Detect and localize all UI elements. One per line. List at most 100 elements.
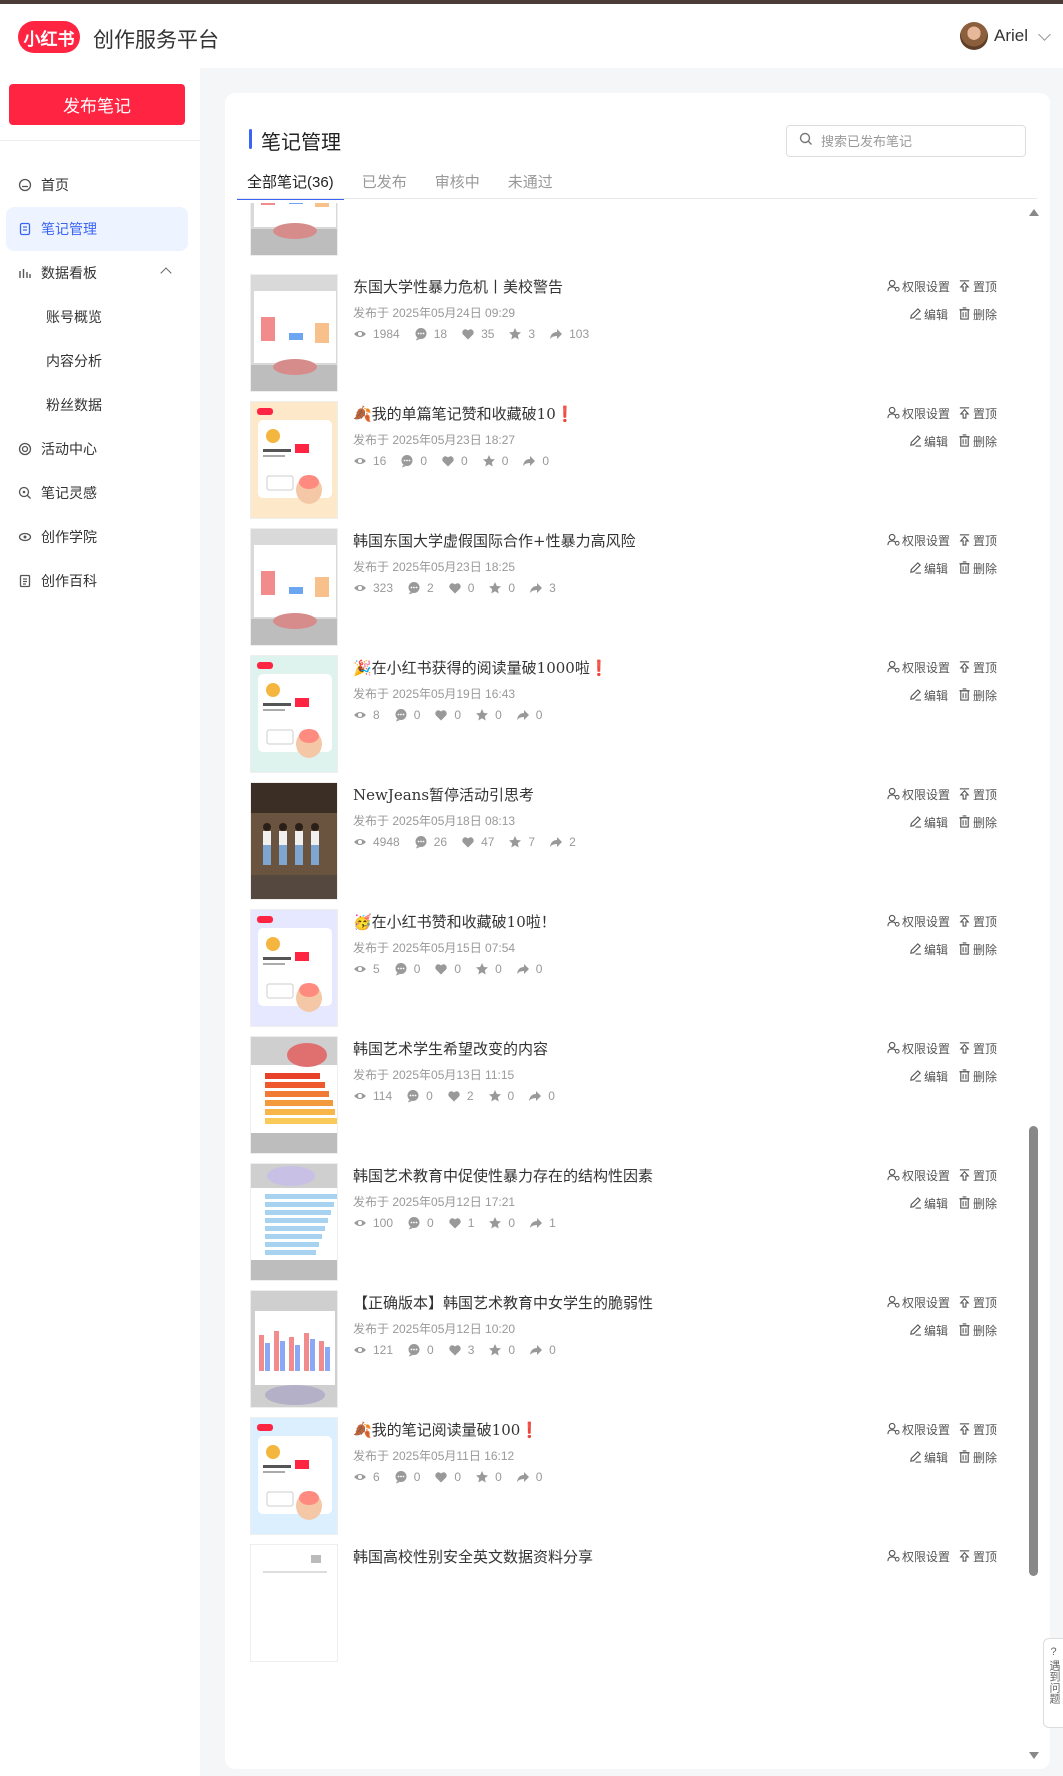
scrollbar[interactable] (1027, 203, 1039, 1769)
delete-button[interactable]: 删除 (958, 1449, 997, 1466)
sidebar-item-4[interactable]: 内容分析 (6, 339, 188, 383)
permission-button[interactable]: 权限设置 (887, 405, 950, 422)
chevron-up-icon[interactable] (160, 267, 172, 279)
pin-button[interactable]: 置顶 (958, 1548, 997, 1565)
delete-button[interactable]: 删除 (958, 560, 997, 577)
sidebar-item-3[interactable]: 账号概览 (6, 295, 188, 339)
permission-button[interactable]: 权限设置 (887, 1294, 950, 1311)
pin-button[interactable]: 置顶 (958, 786, 997, 803)
xiaohongshu-logo[interactable]: 小红书 (18, 21, 80, 53)
permission-button[interactable]: 权限设置 (887, 913, 950, 930)
delete-button[interactable]: 删除 (958, 1322, 997, 1339)
avatar[interactable] (959, 22, 988, 50)
note-title[interactable]: 🥳在小红书赞和收藏破10啦！ (353, 911, 556, 932)
note-row[interactable]: 东国大学性暴力危机丨美校警告 发布于 2025年05月24日 09:29 1984 1… (225, 274, 1025, 418)
delete-button[interactable]: 删除 (958, 941, 997, 958)
tab-3[interactable]: 未通过 (508, 171, 553, 200)
note-title[interactable]: 东国大学性暴力危机丨美校警告 (353, 276, 563, 297)
edit-button[interactable]: 编辑 (909, 1195, 948, 1212)
note-thumbnail[interactable] (250, 909, 338, 1027)
sidebar-item-6[interactable]: 活动中心 (6, 427, 188, 471)
note-title[interactable]: 【正确版本】韩国艺术教育中女学生的脆弱性 (353, 1292, 653, 1313)
edit-button[interactable]: 编辑 (909, 687, 948, 704)
sidebar-item-1[interactable]: 笔记管理 (6, 207, 188, 251)
edit-button[interactable]: 编辑 (909, 560, 948, 577)
note-title[interactable]: 韩国艺术学生希望改变的内容 (353, 1038, 548, 1059)
search-box[interactable] (786, 125, 1026, 157)
note-thumbnail[interactable] (250, 1036, 338, 1154)
note-title[interactable]: 🍂我的单篇笔记赞和收藏破10❗ (353, 403, 574, 424)
note-row[interactable]: 韩国艺术教育中促使性暴力存在的结构性因素 发布于 2025年05月12日 17:2… (225, 1163, 1025, 1307)
note-thumbnail[interactable] (250, 274, 338, 392)
edit-button[interactable]: 编辑 (909, 1068, 948, 1085)
pin-button[interactable]: 置顶 (958, 1040, 997, 1057)
permission-button[interactable]: 权限设置 (887, 1167, 950, 1184)
sidebar-item-2[interactable]: 数据看板 (6, 251, 188, 295)
permission-button[interactable]: 权限设置 (887, 1421, 950, 1438)
edit-button[interactable]: 编辑 (909, 941, 948, 958)
tab-2[interactable]: 审核中 (435, 171, 480, 200)
tab-0[interactable]: 全部笔记(36) (237, 171, 344, 200)
sidebar-item-8[interactable]: 创作学院 (6, 515, 188, 559)
pin-button[interactable]: 置顶 (958, 1421, 997, 1438)
search-input[interactable] (821, 133, 1011, 149)
sidebar-item-7[interactable]: 笔记灵感 (6, 471, 188, 515)
pin-button[interactable]: 置顶 (958, 1167, 997, 1184)
scrollbar-thumb[interactable] (1029, 1126, 1038, 1576)
note-title[interactable]: 🎉在小红书获得的阅读量破1000啦❗ (353, 657, 609, 678)
edit-button[interactable]: 编辑 (909, 306, 948, 323)
delete-button[interactable]: 删除 (958, 1068, 997, 1085)
note-row[interactable]: 🥳在小红书赞和收藏破10啦！ 发布于 2025年05月15日 07:54 5 0 0 0 0… (225, 909, 1025, 1053)
note-row[interactable]: 韩国艺术学生希望改变的内容 发布于 2025年05月13日 11:15 114 0 2 0… (225, 1036, 1025, 1180)
delete-button[interactable]: 删除 (958, 433, 997, 450)
sidebar-item-5[interactable]: 粉丝数据 (6, 383, 188, 427)
note-thumbnail[interactable] (250, 1417, 338, 1535)
pin-button[interactable]: 置顶 (958, 913, 997, 930)
note-thumbnail[interactable] (250, 1290, 338, 1408)
sidebar-item-0[interactable]: 首页 (6, 163, 188, 207)
note-row[interactable]: NewJeans暂停活动引思考 发布于 2025年05月18日 08:13 4948… (225, 782, 1025, 926)
note-thumbnail[interactable] (250, 782, 338, 900)
chevron-down-icon[interactable] (1038, 27, 1051, 41)
note-title[interactable]: 韩国高校性别安全英文数据资料分享 (353, 1546, 593, 1567)
permission-button[interactable]: 权限设置 (887, 278, 950, 295)
scroll-down-arrow[interactable] (1029, 1752, 1039, 1759)
note-row[interactable]: 韩国东国大学虚假国际合作+性暴力高风险 发布于 2025年05月23日 18:25… (225, 528, 1025, 672)
note-row[interactable]: 🍂我的笔记阅读量破100❗ 发布于 2025年05月11日 16:12 6 0 0 0 0 权… (225, 1417, 1025, 1561)
note-row-partial[interactable] (225, 203, 1025, 282)
note-row[interactable]: 🎉在小红书获得的阅读量破1000啦❗ 发布于 2025年05月19日 16:43 8… (225, 655, 1025, 799)
publish-note-button[interactable]: 发布笔记 (9, 84, 185, 125)
pin-button[interactable]: 置顶 (958, 278, 997, 295)
delete-button[interactable]: 删除 (958, 687, 997, 704)
note-thumbnail[interactable] (250, 1544, 338, 1662)
tab-1[interactable]: 已发布 (362, 171, 407, 200)
sidebar-item-9[interactable]: 创作百科 (6, 559, 188, 603)
help-widget[interactable]: ? 遇到问题 (1043, 1638, 1063, 1728)
pin-button[interactable]: 置顶 (958, 1294, 997, 1311)
note-title[interactable]: NewJeans暂停活动引思考 (353, 784, 534, 805)
edit-button[interactable]: 编辑 (909, 433, 948, 450)
pin-button[interactable]: 置顶 (958, 405, 997, 422)
permission-button[interactable]: 权限设置 (887, 786, 950, 803)
delete-button[interactable]: 删除 (958, 1195, 997, 1212)
permission-button[interactable]: 权限设置 (887, 532, 950, 549)
note-row[interactable]: 韩国高校性别安全英文数据资料分享 权限设置 置顶 (225, 1544, 1025, 1688)
note-thumbnail[interactable] (250, 203, 338, 256)
note-row[interactable]: 🍂我的单篇笔记赞和收藏破10❗ 发布于 2025年05月23日 18:27 16 0 0… (225, 401, 1025, 545)
note-title[interactable]: 韩国东国大学虚假国际合作+性暴力高风险 (353, 530, 636, 551)
edit-button[interactable]: 编辑 (909, 814, 948, 831)
note-title[interactable]: 🍂我的笔记阅读量破100❗ (353, 1419, 539, 1440)
note-row[interactable]: 【正确版本】韩国艺术教育中女学生的脆弱性 发布于 2025年05月12日 10:2… (225, 1290, 1025, 1434)
user-name[interactable]: Ariel (994, 26, 1028, 46)
permission-button[interactable]: 权限设置 (887, 659, 950, 676)
permission-button[interactable]: 权限设置 (887, 1548, 950, 1565)
edit-button[interactable]: 编辑 (909, 1449, 948, 1466)
note-thumbnail[interactable] (250, 528, 338, 646)
delete-button[interactable]: 删除 (958, 814, 997, 831)
permission-button[interactable]: 权限设置 (887, 1040, 950, 1057)
user-menu[interactable]: Ariel (959, 22, 1051, 50)
note-thumbnail[interactable] (250, 401, 338, 519)
scroll-up-arrow[interactable] (1029, 209, 1039, 216)
edit-button[interactable]: 编辑 (909, 1322, 948, 1339)
note-thumbnail[interactable] (250, 655, 338, 773)
